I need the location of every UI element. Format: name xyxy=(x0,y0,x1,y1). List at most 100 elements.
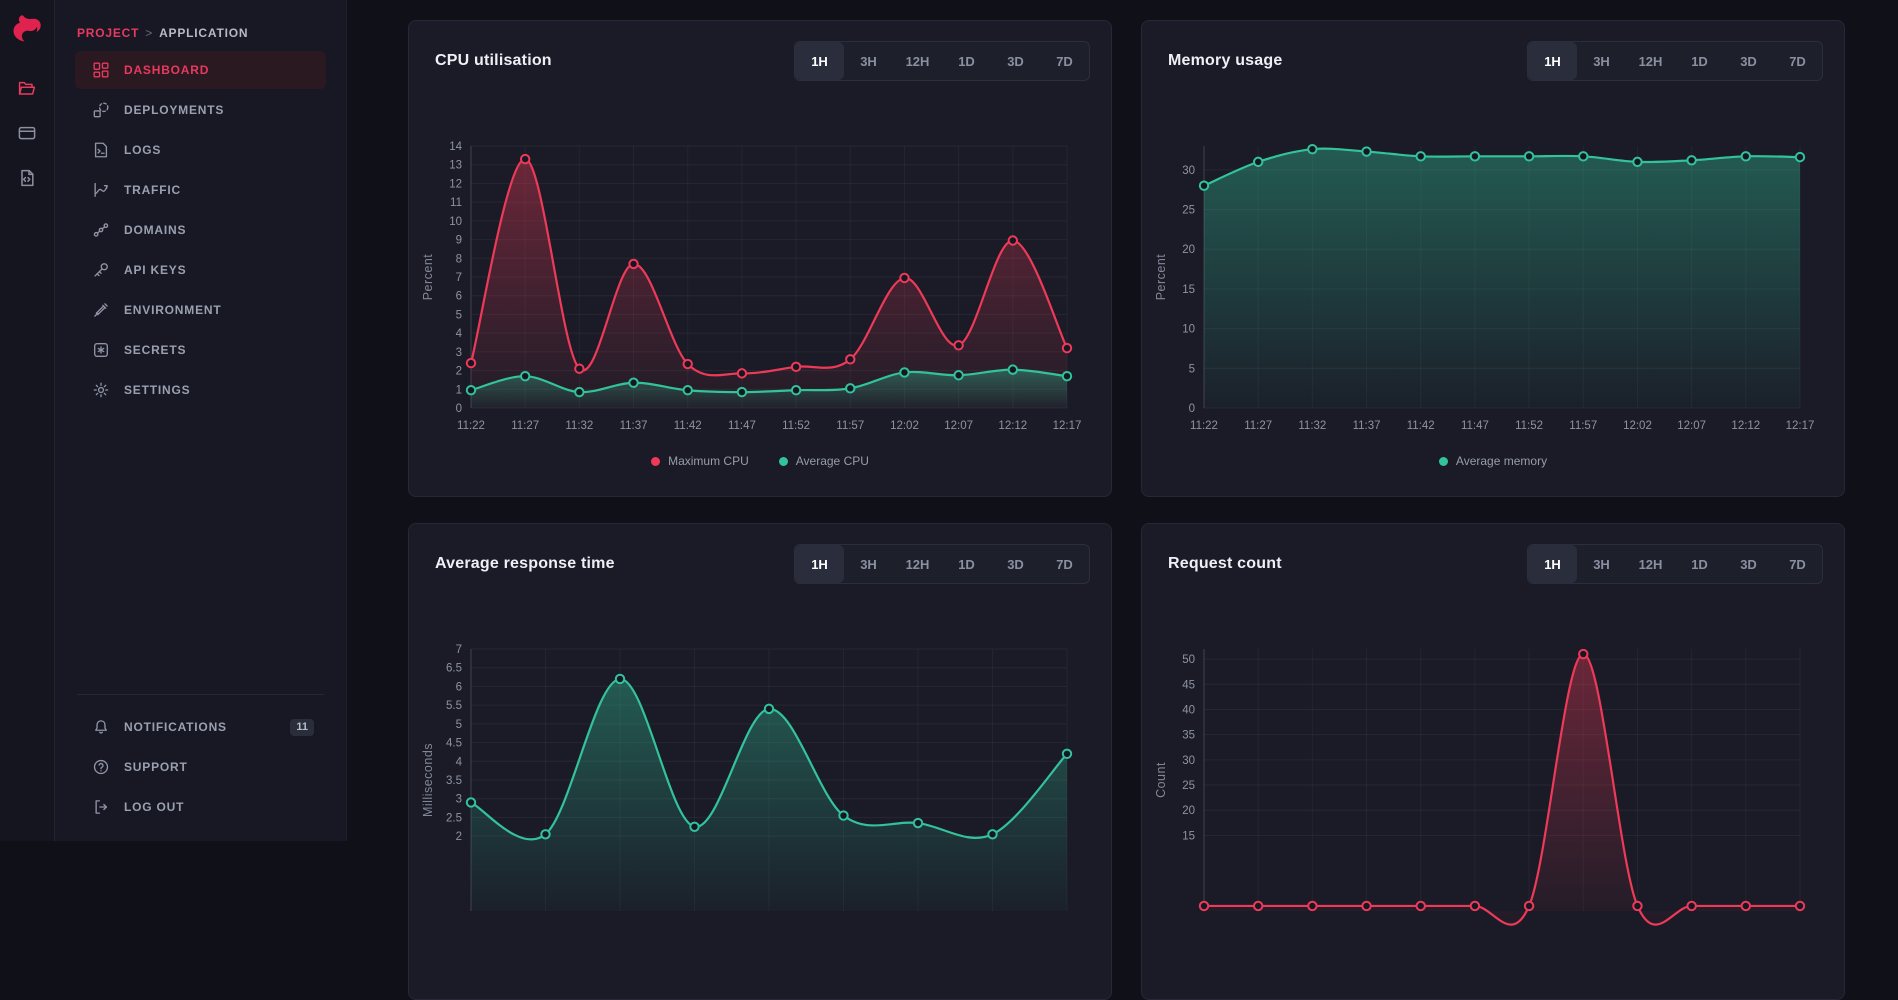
x-tick-label: 12:17 xyxy=(1053,420,1081,432)
time-range-button-1d[interactable]: 1D xyxy=(942,545,991,583)
y-tick-label: 20 xyxy=(1182,244,1195,256)
sidebar-item-notifications[interactable]: NOTIFICATIONS 11 xyxy=(75,708,326,746)
y-tick-label: 10 xyxy=(1182,324,1195,336)
memory-usage-chart[interactable]: 05101520253011:2211:2711:3211:3711:4211:… xyxy=(1152,132,1814,452)
request-count-chart[interactable]: 1520253035404550Count xyxy=(1152,635,1814,955)
time-range-group: 1H3H12H1D3D7D xyxy=(794,544,1090,584)
sidebar-item-log-out[interactable]: LOG OUT xyxy=(75,788,326,826)
time-range-button-1d[interactable]: 1D xyxy=(1675,545,1724,583)
legend-label: Maximum CPU xyxy=(668,454,749,468)
average-response-time-chart[interactable]: 22.533.544.555.566.57Milliseconds xyxy=(419,635,1081,955)
x-tick-label: 11:32 xyxy=(1298,420,1326,432)
legend-item[interactable]: Average memory xyxy=(1439,454,1547,468)
main-content: CPU utilisation1H3H12H1D3D7D012345678910… xyxy=(347,0,1898,841)
y-tick-label: 3 xyxy=(456,794,462,806)
x-tick-label: 12:12 xyxy=(998,420,1027,432)
sidebar-item-traffic[interactable]: TRAFFIC xyxy=(75,171,326,209)
y-tick-label: 1 xyxy=(456,384,462,396)
axis-labels: 1520253035404550Count xyxy=(1154,654,1195,842)
time-range-button-12h[interactable]: 12H xyxy=(1626,42,1675,80)
card-title-average-response-time: Average response time xyxy=(435,555,615,573)
y-tick-label: 2 xyxy=(456,831,462,843)
time-range-button-1h[interactable]: 1H xyxy=(1528,545,1577,583)
x-tick-label: 12:02 xyxy=(1623,420,1652,432)
deployments-icon xyxy=(92,101,110,119)
y-axis-title: Count xyxy=(1154,762,1168,798)
chart-legend: Average memory xyxy=(1142,454,1844,468)
y-tick-label: 25 xyxy=(1182,205,1195,217)
legend-item[interactable]: Average CPU xyxy=(779,454,869,468)
notifications-count-badge: 11 xyxy=(290,719,314,736)
card-icon[interactable] xyxy=(17,123,37,143)
time-range-button-12h[interactable]: 12H xyxy=(893,545,942,583)
time-range-group: 1H3H12H1D3D7D xyxy=(1527,41,1823,81)
sidebar-item-label: NOTIFICATIONS xyxy=(124,720,227,734)
breadcrumb-project[interactable]: PROJECT xyxy=(77,26,139,40)
cpu-utilisation-chart[interactable]: 0123456789101112131411:2211:2711:3211:37… xyxy=(419,132,1081,452)
file-code-icon[interactable] xyxy=(17,168,37,188)
card-title-request-count: Request count xyxy=(1168,555,1282,573)
x-tick-label: 11:47 xyxy=(1461,420,1489,432)
sidebar-item-environment[interactable]: ENVIRONMENT xyxy=(75,291,326,329)
y-tick-label: 4 xyxy=(456,756,463,768)
y-tick-label: 2.5 xyxy=(446,812,462,824)
sidebar-item-secrets[interactable]: SECRETS xyxy=(75,331,326,369)
gridlines xyxy=(1204,649,1800,911)
breadcrumb-application[interactable]: APPLICATION xyxy=(159,26,248,40)
sidebar-divider xyxy=(77,694,324,695)
y-tick-label: 13 xyxy=(449,160,462,172)
time-range-button-7d[interactable]: 7D xyxy=(1040,545,1089,583)
x-tick-label: 11:27 xyxy=(511,420,539,432)
y-tick-label: 4 xyxy=(456,328,463,340)
time-range-button-3h[interactable]: 3H xyxy=(844,545,893,583)
card-title-cpu-utilisation: CPU utilisation xyxy=(435,52,552,70)
y-tick-label: 20 xyxy=(1182,805,1195,817)
x-tick-label: 12:07 xyxy=(1677,420,1706,432)
sidebar-item-domains[interactable]: DOMAINS xyxy=(75,211,326,249)
y-tick-label: 8 xyxy=(456,253,462,265)
legend-label: Average memory xyxy=(1456,454,1547,468)
sidebar-item-settings[interactable]: SETTINGS xyxy=(75,371,326,409)
time-range-button-3d[interactable]: 3D xyxy=(991,545,1040,583)
time-range-button-1h[interactable]: 1H xyxy=(795,42,844,80)
chart-legend: Maximum CPU Average CPU xyxy=(409,454,1111,468)
time-range-button-7d[interactable]: 7D xyxy=(1773,42,1822,80)
time-range-button-3d[interactable]: 3D xyxy=(1724,545,1773,583)
sidebar-item-support[interactable]: SUPPORT xyxy=(75,748,326,786)
time-range-button-3h[interactable]: 3H xyxy=(1577,545,1626,583)
x-tick-label: 11:32 xyxy=(565,420,593,432)
gear-icon xyxy=(92,381,110,399)
card-average-response-time: Average response time 1H3H12H1D3D7D 2 2.5 3 3… xyxy=(408,523,1112,1000)
time-range-button-1h[interactable]: 1H xyxy=(1528,42,1577,80)
legend-item[interactable]: Maximum CPU xyxy=(651,454,749,468)
sidebar-footer-list: NOTIFICATIONS 11 SUPPORTLOG OUT xyxy=(55,707,346,827)
y-tick-label: 5 xyxy=(1189,363,1195,375)
y-tick-label: 50 xyxy=(1182,654,1195,666)
time-range-button-7d[interactable]: 7D xyxy=(1040,42,1089,80)
time-range-button-1d[interactable]: 1D xyxy=(1675,42,1724,80)
sidebar-item-logs[interactable]: LOGS xyxy=(75,131,326,169)
sidebar-item-dashboard[interactable]: DASHBOARD xyxy=(75,51,326,89)
sidebar-item-api-keys[interactable]: API KEYS xyxy=(75,251,326,289)
y-tick-label: 11 xyxy=(450,197,462,209)
syringe-icon xyxy=(92,301,110,319)
sidebar-item-label: API KEYS xyxy=(124,263,186,277)
sidebar-item-deployments[interactable]: DEPLOYMENTS xyxy=(75,91,326,129)
time-range-button-12h[interactable]: 12H xyxy=(893,42,942,80)
time-range-button-7d[interactable]: 7D xyxy=(1773,545,1822,583)
card-header: Request count 1H3H12H1D3D7D xyxy=(1142,524,1844,584)
card-header: CPU utilisation 1H3H12H1D3D7D xyxy=(409,21,1111,81)
time-range-button-3h[interactable]: 3H xyxy=(844,42,893,80)
sidebar-item-label: ENVIRONMENT xyxy=(124,303,221,317)
sidebar-item-label: DEPLOYMENTS xyxy=(124,103,224,117)
time-range-button-3d[interactable]: 3D xyxy=(1724,42,1773,80)
folder-open-icon[interactable] xyxy=(17,78,37,98)
time-range-button-3d[interactable]: 3D xyxy=(991,42,1040,80)
series-area xyxy=(1204,149,1800,408)
time-range-button-3h[interactable]: 3H xyxy=(1577,42,1626,80)
time-range-button-1d[interactable]: 1D xyxy=(942,42,991,80)
time-range-button-12h[interactable]: 12H xyxy=(1626,545,1675,583)
traffic-icon xyxy=(92,181,110,199)
nest-logo[interactable] xyxy=(9,14,45,50)
time-range-button-1h[interactable]: 1H xyxy=(795,545,844,583)
